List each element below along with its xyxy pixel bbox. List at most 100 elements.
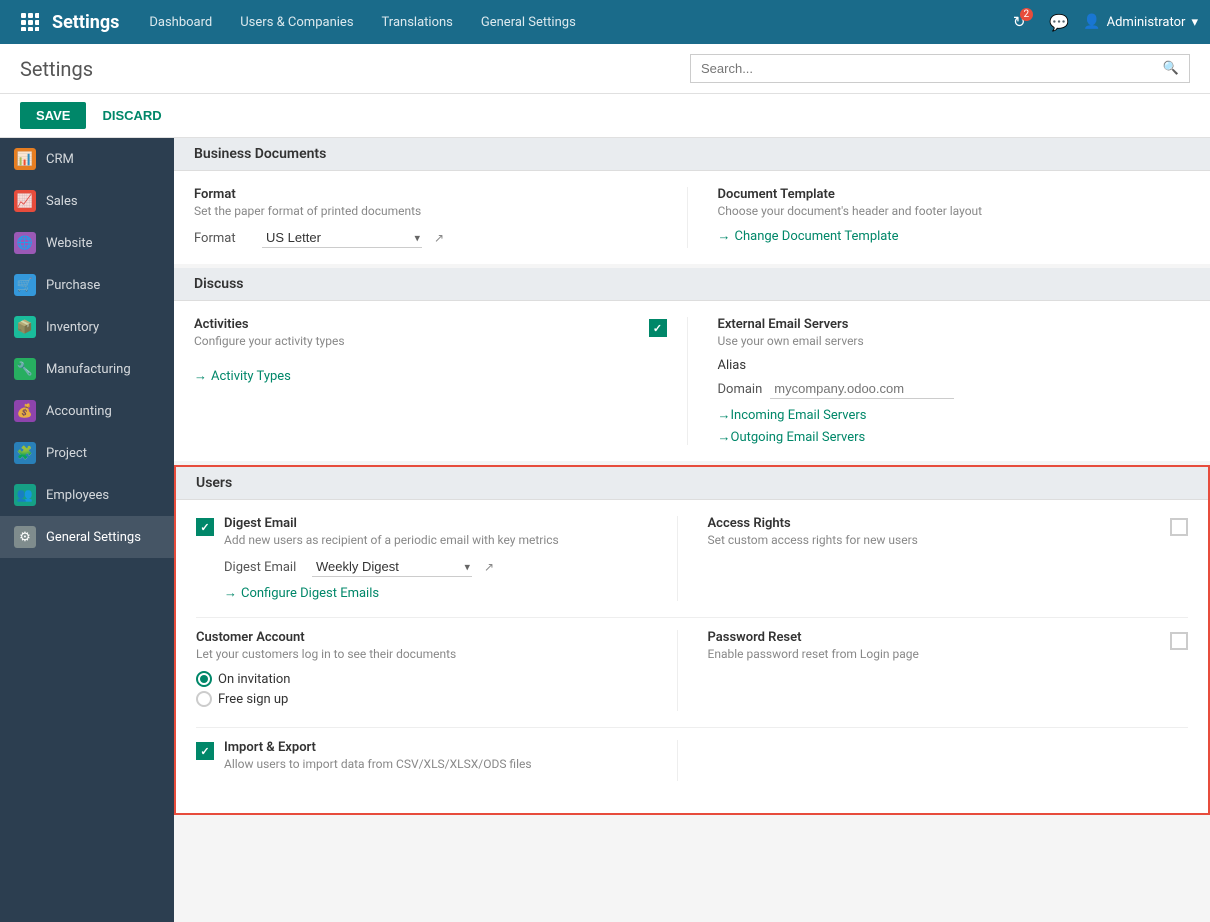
digest-external-link[interactable]: ↗ <box>484 560 494 574</box>
sidebar-item-inventory[interactable]: 📦 Inventory <box>0 306 174 348</box>
change-template-link[interactable]: Change Document Template <box>718 228 899 244</box>
sidebar-item-sales[interactable]: 📈 Sales <box>0 180 174 222</box>
business-documents-body: Format Set the paper format of printed d… <box>174 171 1210 264</box>
activities-col: Activities Configure your activity types… <box>194 317 688 445</box>
nav-translations[interactable]: Translations <box>368 0 467 44</box>
document-template-col: Document Template Choose your document's… <box>688 187 1191 248</box>
radio-on-invitation[interactable]: On invitation <box>196 671 677 687</box>
import-label: Import & Export <box>224 740 532 755</box>
employees-icon: 👥 <box>14 484 36 506</box>
customer-password-row: Customer Account Let your customers log … <box>196 630 1188 711</box>
nav-users-companies[interactable]: Users & Companies <box>226 0 367 44</box>
password-reset-checkbox[interactable] <box>1170 632 1188 650</box>
sidebar-item-website[interactable]: 🌐 Website <box>0 222 174 264</box>
radio-free-signup[interactable]: Free sign up <box>196 691 677 707</box>
business-documents-section: Business Documents Format Set the paper … <box>174 138 1210 264</box>
activities-info: Activities Configure your activity types <box>194 317 345 358</box>
sidebar-item-employees[interactable]: 👥 Employees <box>0 474 174 516</box>
sidebar-label-sales: Sales <box>46 194 78 209</box>
format-select[interactable]: US Letter A4 A5 Legal <box>262 228 422 248</box>
action-bar: SAVE DISCARD <box>0 94 1210 138</box>
format-field-label: Format <box>194 231 254 246</box>
format-select-wrap: US Letter A4 A5 Legal <box>262 228 422 248</box>
format-row: Format US Letter A4 A5 Legal ↗ <box>194 228 667 248</box>
sidebar-label-manufacturing: Manufacturing <box>46 362 131 377</box>
project-icon: 🧩 <box>14 442 36 464</box>
sidebar-label-employees: Employees <box>46 488 109 503</box>
password-reset-cell: Password Reset Enable password reset fro… <box>677 630 1189 711</box>
domain-label: Domain <box>718 382 763 397</box>
activity-types-link[interactable]: Activity Types <box>194 368 291 384</box>
crm-icon: 📊 <box>14 148 36 170</box>
outgoing-email-link[interactable]: Outgoing Email Servers <box>718 429 1191 445</box>
sidebar-item-general[interactable]: ⚙ General Settings <box>0 516 174 558</box>
import-export-checkbox[interactable] <box>196 742 214 760</box>
import-desc: Allow users to import data from CSV/XLS/… <box>224 757 532 771</box>
main-layout: 📊 CRM 📈 Sales 🌐 Website 🛒 Purchase 📦 Inv… <box>0 138 1210 922</box>
nav-links: Dashboard Users & Companies Translations… <box>135 0 1003 44</box>
doc-template-desc: Choose your document's header and footer… <box>718 204 1191 218</box>
digest-select[interactable]: Daily Digest Weekly Digest Monthly Diges… <box>312 557 472 577</box>
format-desc: Set the paper format of printed document… <box>194 204 667 218</box>
external-email-label: External Email Servers <box>718 317 1191 332</box>
alias-label: Alias <box>718 358 747 373</box>
access-rights-checkbox[interactable] <box>1170 518 1188 536</box>
divider-2 <box>196 727 1188 728</box>
sidebar-item-manufacturing[interactable]: 🔧 Manufacturing <box>0 348 174 390</box>
update-icon[interactable]: ↻ 2 <box>1003 6 1035 38</box>
sidebar-label-purchase: Purchase <box>46 278 100 293</box>
notification-badge: 2 <box>1020 8 1034 21</box>
sidebar-item-purchase[interactable]: 🛒 Purchase <box>0 264 174 306</box>
purchase-icon: 🛒 <box>14 274 36 296</box>
digest-label: Digest Email <box>224 516 559 531</box>
doc-template-label: Document Template <box>718 187 1191 202</box>
chat-icon[interactable]: 💬 <box>1043 6 1075 38</box>
email-server-links: Incoming Email Servers Outgoing Email Se… <box>718 407 1191 445</box>
nav-right: ↻ 2 💬 👤 Administrator ▾ <box>1003 6 1198 38</box>
activities-label: Activities <box>194 317 345 332</box>
accounting-icon: 💰 <box>14 400 36 422</box>
manufacturing-icon: 🔧 <box>14 358 36 380</box>
discard-button[interactable]: DISCARD <box>94 102 169 129</box>
general-icon: ⚙ <box>14 526 36 548</box>
discuss-body: Activities Configure your activity types… <box>174 301 1210 461</box>
search-button[interactable]: 🔍 <box>1153 55 1189 82</box>
nav-general-settings[interactable]: General Settings <box>467 0 590 44</box>
business-docs-cols: Format Set the paper format of printed d… <box>194 187 1190 248</box>
digest-access-row: Digest Email Add new users as recipient … <box>196 516 1188 601</box>
radio-on-invitation-btn[interactable] <box>196 671 212 687</box>
sidebar-label-project: Project <box>46 446 87 461</box>
nav-dashboard[interactable]: Dashboard <box>135 0 226 44</box>
alias-domain-input[interactable] <box>770 379 954 399</box>
external-email-desc: Use your own email servers <box>718 334 1191 348</box>
search-input[interactable] <box>691 55 1153 82</box>
apps-grid-button[interactable] <box>12 4 48 40</box>
sidebar-label-crm: CRM <box>46 152 74 167</box>
sidebar-label-inventory: Inventory <box>46 320 99 335</box>
incoming-email-link[interactable]: Incoming Email Servers <box>718 407 1191 423</box>
digest-select-wrap: Daily Digest Weekly Digest Monthly Diges… <box>312 557 472 577</box>
configure-digest-link[interactable]: Configure Digest Emails <box>224 585 379 601</box>
radio-free-signup-btn[interactable] <box>196 691 212 707</box>
digest-desc: Add new users as recipient of a periodic… <box>224 533 559 547</box>
format-external-link[interactable]: ↗ <box>434 231 444 245</box>
password-info: Password Reset Enable password reset fro… <box>708 630 1161 671</box>
password-label: Password Reset <box>708 630 1161 645</box>
activities-checkbox[interactable] <box>649 319 667 337</box>
sidebar-item-crm[interactable]: 📊 CRM <box>0 138 174 180</box>
user-dropdown-icon: ▾ <box>1191 15 1198 30</box>
email-servers-col: External Email Servers Use your own emai… <box>688 317 1191 445</box>
alias-domain-input-row: Domain <box>718 379 1191 399</box>
user-menu[interactable]: 👤 Administrator ▾ <box>1083 14 1198 30</box>
discuss-cols: Activities Configure your activity types… <box>194 317 1190 445</box>
brand-title: Settings <box>48 12 135 33</box>
top-navigation: Settings Dashboard Users & Companies Tra… <box>0 0 1210 44</box>
save-button[interactable]: SAVE <box>20 102 86 129</box>
digest-check-wrap: Digest Email Add new users as recipient … <box>196 516 677 601</box>
sidebar-item-project[interactable]: 🧩 Project <box>0 432 174 474</box>
user-name: Administrator <box>1107 15 1186 30</box>
access-rights-cell: Access Rights Set custom access rights f… <box>677 516 1189 601</box>
sidebar-item-accounting[interactable]: 💰 Accounting <box>0 390 174 432</box>
sales-icon: 📈 <box>14 190 36 212</box>
digest-email-checkbox[interactable] <box>196 518 214 536</box>
